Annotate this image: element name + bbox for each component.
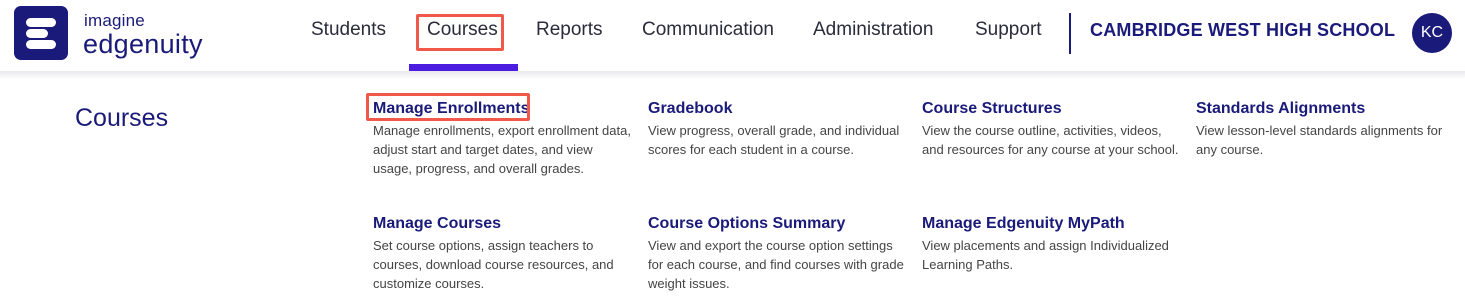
logo-bar xyxy=(26,29,48,38)
menu-section-title: Courses xyxy=(75,104,169,132)
standards-alignments-link[interactable]: Standards Alignments xyxy=(1196,100,1365,118)
course-structures-link[interactable]: Course Structures xyxy=(922,100,1062,118)
manage-courses-description: Set course options, assign teachers to c… xyxy=(373,238,614,291)
nav-reports[interactable]: Reports xyxy=(536,19,603,41)
nav-administration[interactable]: Administration xyxy=(813,19,933,41)
manage-edgenuity-mypath-link[interactable]: Manage Edgenuity MyPath xyxy=(922,215,1125,233)
brand-name-top[interactable]: imagine xyxy=(84,11,145,31)
nav-divider xyxy=(1069,13,1071,54)
active-tab-indicator xyxy=(409,64,518,71)
nav-communication[interactable]: Communication xyxy=(642,19,774,41)
nav-courses[interactable]: Courses xyxy=(427,19,498,41)
logo-bar xyxy=(26,40,56,49)
school-name[interactable]: CAMBRIDGE WEST HIGH SCHOOL xyxy=(1090,20,1395,41)
user-avatar[interactable]: KC xyxy=(1412,13,1452,53)
edgenuity-logo-icon[interactable] xyxy=(14,6,68,60)
nav-students[interactable]: Students xyxy=(311,19,386,41)
manage-enrollments-link[interactable]: Manage Enrollments xyxy=(373,100,529,118)
header-shadow xyxy=(0,71,1465,79)
gradebook-link[interactable]: Gradebook xyxy=(648,100,732,118)
manage-courses-link[interactable]: Manage Courses xyxy=(373,215,501,233)
nav-support[interactable]: Support xyxy=(975,19,1042,41)
logo-bar xyxy=(26,18,56,27)
standards-alignments-description: View lesson-level standards alignments f… xyxy=(1196,123,1443,157)
course-options-summary-description: View and export the course option settin… xyxy=(648,238,904,291)
course-structures-description: View the course outline, activities, vid… xyxy=(922,123,1179,157)
course-options-summary-link[interactable]: Course Options Summary xyxy=(648,215,845,233)
manage-edgenuity-mypath-description: View placements and assign Individualize… xyxy=(922,238,1169,272)
brand-name-main[interactable]: edgenuity xyxy=(83,29,203,60)
top-navigation-bar: imagine edgenuity Students Courses Repor… xyxy=(0,0,1465,71)
gradebook-description: View progress, overall grade, and indivi… xyxy=(648,123,900,157)
manage-enrollments-description: Manage enrollments, export enrollment da… xyxy=(373,123,631,176)
